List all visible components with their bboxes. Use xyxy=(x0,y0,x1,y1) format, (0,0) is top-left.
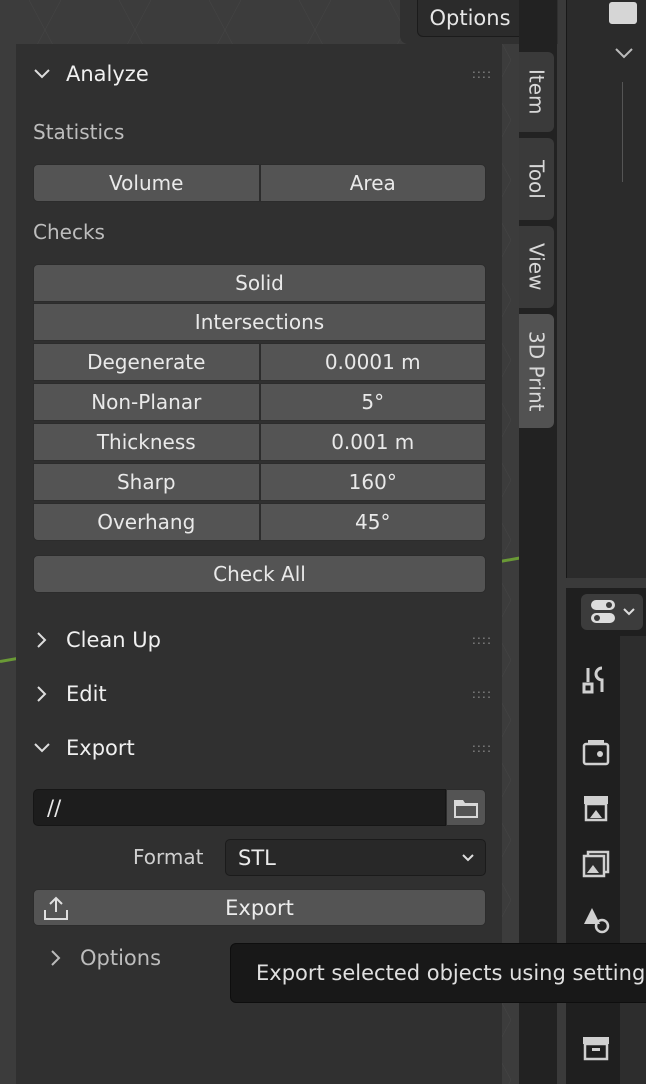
check-row-sharp: Sharp 160° xyxy=(33,463,486,501)
format-label: Format xyxy=(133,845,204,869)
chevron-right-icon xyxy=(51,950,61,966)
outliner-tree-line xyxy=(622,82,623,182)
degenerate-value-field[interactable]: 0.0001 m xyxy=(259,343,486,381)
chevron-right-icon xyxy=(37,632,47,648)
thickness-value-field[interactable]: 0.001 m xyxy=(259,423,486,461)
export-panel-header[interactable]: Export :::: xyxy=(32,728,492,768)
options-dropdown-label: Options xyxy=(429,6,511,30)
tab-3d-print-label: 3D Print xyxy=(524,330,549,412)
volume-button[interactable]: Volume xyxy=(33,164,260,202)
drag-grip-icon[interactable]: :::: xyxy=(472,633,492,647)
export-upload-icon xyxy=(44,896,68,920)
tab-tool[interactable]: Tool xyxy=(519,138,554,220)
checks-intersections-row: Intersections xyxy=(33,303,486,341)
sharp-value-field[interactable]: 160° xyxy=(259,463,486,501)
check-row-degenerate: Degenerate 0.0001 m xyxy=(33,343,486,381)
tool-properties-icon[interactable] xyxy=(578,662,614,698)
check-all-row: Check All xyxy=(33,555,486,593)
chevron-down-icon xyxy=(623,608,635,616)
drag-grip-icon[interactable]: :::: xyxy=(472,67,492,81)
scene-properties-icon[interactable] xyxy=(578,902,614,938)
tab-view[interactable]: View xyxy=(519,226,554,308)
intersections-button[interactable]: Intersections xyxy=(33,303,486,341)
chevron-right-icon xyxy=(37,686,47,702)
export-button[interactable]: Export xyxy=(33,889,486,926)
tab-item-label: Item xyxy=(524,69,549,115)
export-options-title: Options xyxy=(80,946,162,970)
view-layer-properties-icon[interactable] xyxy=(578,846,614,882)
analyze-panel-header[interactable]: Analyze :::: xyxy=(32,54,492,94)
chevron-down-icon xyxy=(34,69,50,79)
format-select-value: STL xyxy=(238,845,276,870)
check-all-button[interactable]: Check All xyxy=(33,555,486,593)
toggle-properties-icon xyxy=(591,600,615,623)
statistics-label: Statistics xyxy=(33,120,125,144)
outliner-collection-icon[interactable] xyxy=(609,2,637,24)
tab-3d-print[interactable]: 3D Print xyxy=(519,314,554,428)
collection-properties-icon[interactable] xyxy=(578,1030,614,1066)
browse-folder-button[interactable] xyxy=(446,789,486,826)
edit-title: Edit xyxy=(66,682,107,706)
chevron-down-icon xyxy=(34,743,50,753)
degenerate-button[interactable]: Degenerate xyxy=(33,343,260,381)
checks-label: Checks xyxy=(33,220,105,244)
overhang-value-field[interactable]: 45° xyxy=(259,503,486,541)
output-properties-icon[interactable] xyxy=(578,790,614,826)
analyze-title: Analyze xyxy=(66,62,149,86)
checks-solid-row: Solid xyxy=(33,264,486,302)
render-properties-icon[interactable] xyxy=(578,734,614,770)
export-title: Export xyxy=(66,736,135,760)
format-select[interactable]: STL xyxy=(225,839,486,876)
properties-content-strip xyxy=(620,636,646,1084)
clean-up-title: Clean Up xyxy=(66,628,161,652)
solid-button[interactable]: Solid xyxy=(33,264,486,302)
outliner-region xyxy=(566,0,646,578)
non-planar-value-field[interactable]: 5° xyxy=(259,383,486,421)
editor-type-dropdown[interactable] xyxy=(581,594,643,630)
export-tooltip: Export selected objects using settings b… xyxy=(230,943,646,1003)
tab-view-label: View xyxy=(524,243,549,291)
export-button-label: Export xyxy=(225,895,294,920)
tab-item[interactable]: Item xyxy=(519,52,554,132)
export-path-input[interactable]: // xyxy=(33,789,446,826)
check-row-non-planar: Non-Planar 5° xyxy=(33,383,486,421)
edit-panel-header[interactable]: Edit :::: xyxy=(32,674,492,714)
check-row-thickness: Thickness 0.001 m xyxy=(33,423,486,461)
non-planar-button[interactable]: Non-Planar xyxy=(33,383,260,421)
chevron-down-icon xyxy=(462,853,474,861)
drag-grip-icon[interactable]: :::: xyxy=(472,687,492,701)
area-button[interactable]: Area xyxy=(259,164,486,202)
chevron-down-icon[interactable] xyxy=(614,46,634,60)
statistics-buttons: Volume Area xyxy=(33,164,486,202)
folder-icon xyxy=(454,799,478,818)
clean-up-panel-header[interactable]: Clean Up :::: xyxy=(32,620,492,660)
sharp-button[interactable]: Sharp xyxy=(33,463,260,501)
check-row-overhang: Overhang 45° xyxy=(33,503,486,541)
overhang-button[interactable]: Overhang xyxy=(33,503,260,541)
tab-tool-label: Tool xyxy=(524,159,549,199)
drag-grip-icon[interactable]: :::: xyxy=(472,741,492,755)
thickness-button[interactable]: Thickness xyxy=(33,423,260,461)
export-options-subpanel-header[interactable]: Options xyxy=(46,938,246,978)
